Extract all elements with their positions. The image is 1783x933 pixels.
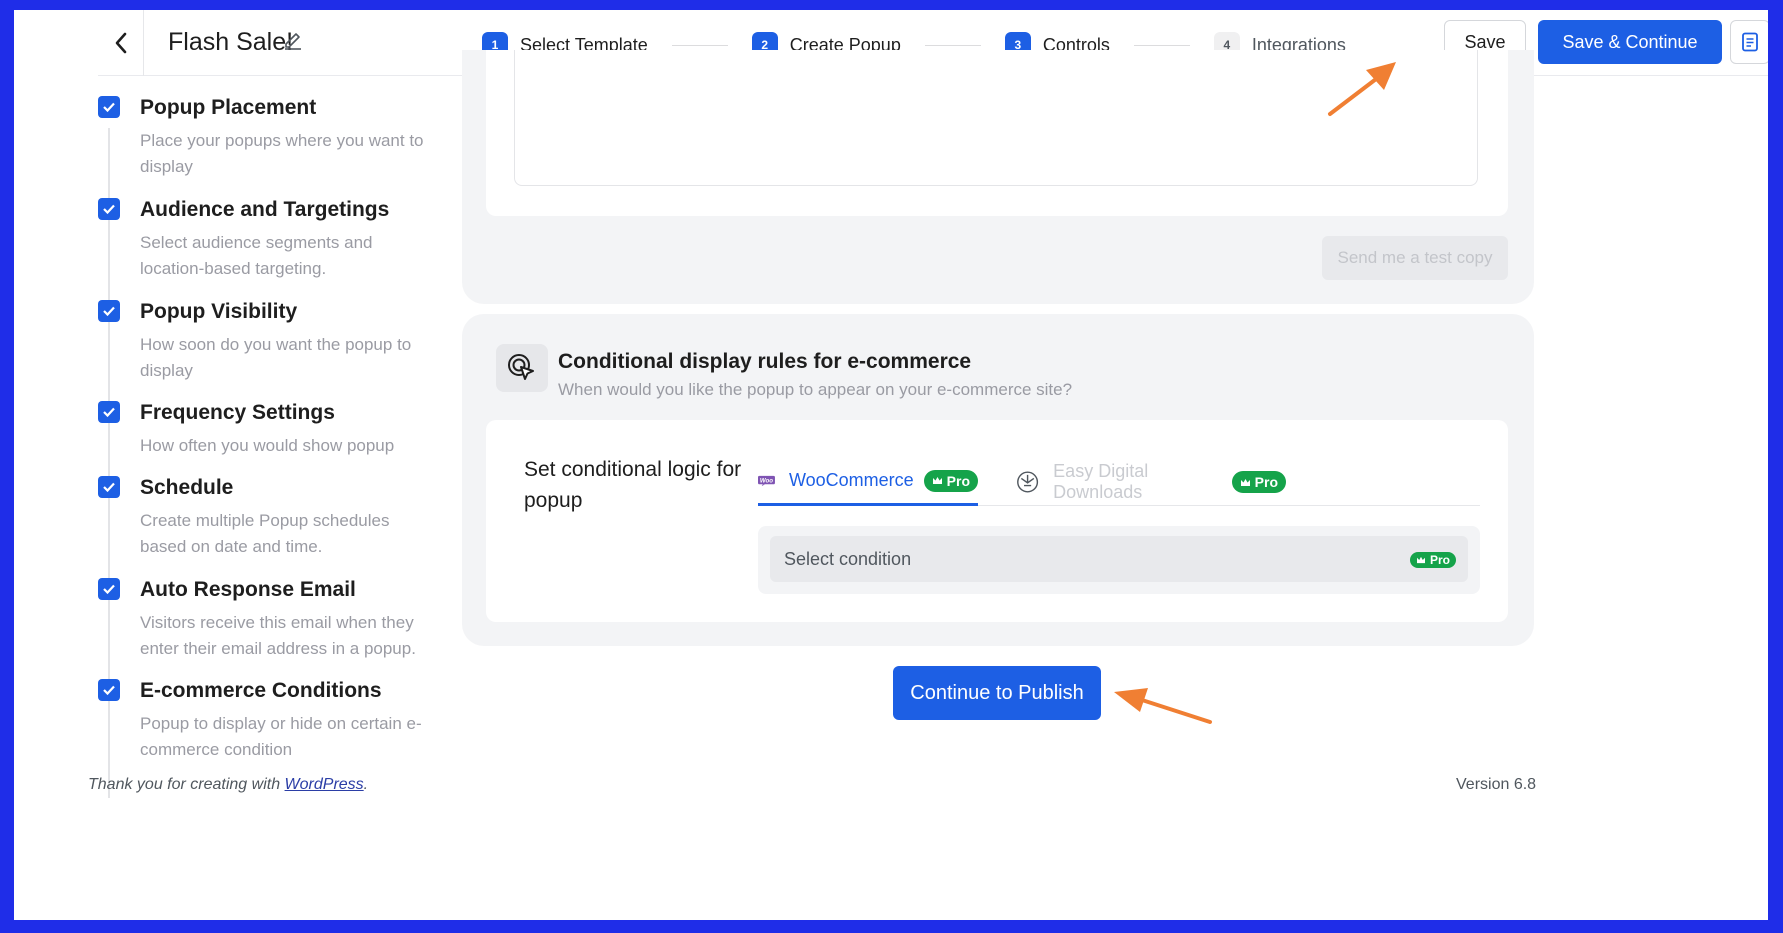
sidebar-item-title: Frequency Settings — [140, 401, 335, 424]
ecommerce-conditions-panel: Conditional display rules for e-commerce… — [462, 314, 1534, 646]
edit-title-button[interactable] — [282, 28, 308, 54]
pro-badge: Pro — [923, 469, 978, 492]
email-editor-card — [486, 50, 1508, 216]
sidebar-item-title: Auto Response Email — [140, 578, 356, 601]
tab-woocommerce[interactable]: Woo WooCommerce Pro — [758, 458, 978, 506]
sidebar-item-title: Popup Visibility — [140, 300, 298, 323]
pencil-icon — [285, 33, 301, 50]
footer-credit-period: . — [363, 776, 369, 793]
email-body-editor[interactable] — [514, 50, 1478, 186]
condition-select-wrapper: Select condition Pro — [758, 526, 1480, 594]
auto-response-email-panel: Send me a test copy — [462, 50, 1534, 304]
pro-badge-label: Pro — [1254, 474, 1278, 490]
footer-credit-text: Thank you for creating with — [88, 776, 285, 793]
conditional-logic-card: Set conditional logic for popup Woo WooC… — [486, 420, 1508, 622]
step-divider — [1133, 44, 1190, 46]
woocommerce-logo-icon: Woo — [758, 475, 775, 486]
ecommerce-section-description: When would you like the popup to appear … — [558, 380, 1073, 399]
crown-icon — [1240, 478, 1250, 486]
document-icon — [1742, 32, 1758, 52]
sidebar-item-title: E-commerce Conditions — [140, 679, 382, 702]
pro-badge-label: Pro — [1429, 553, 1450, 567]
sidebar-item-title: Schedule — [140, 476, 234, 499]
edd-logo-icon — [1017, 471, 1039, 493]
sidebar-item-description: Popup to display or hide on certain e-co… — [140, 714, 422, 759]
back-button[interactable] — [98, 10, 144, 76]
chevron-left-icon — [115, 32, 126, 54]
step-divider — [924, 44, 981, 46]
checkbox-checked-icon[interactable] — [98, 679, 120, 701]
pro-badge: Pro — [1409, 552, 1456, 568]
send-test-copy-button[interactable]: Send me a test copy — [1322, 236, 1508, 280]
sidebar-item-title: Audience and Targetings — [140, 198, 390, 221]
pro-badge: Pro — [1231, 471, 1286, 493]
crown-icon — [932, 477, 942, 484]
tab-easy-digital-downloads[interactable]: Easy Digital Downloads Pro — [1016, 458, 1286, 506]
wordpress-link[interactable]: WordPress — [285, 776, 364, 793]
continue-to-publish-button[interactable]: Continue to Publish — [893, 666, 1101, 720]
condition-select-placeholder: Select condition — [784, 548, 912, 569]
sidebar-item-title: Popup Placement — [140, 96, 317, 119]
sidebar-item-description: Visitors receive this email when they en… — [140, 613, 416, 658]
condition-select[interactable]: Select condition Pro — [770, 536, 1468, 582]
checkbox-checked-icon[interactable] — [98, 300, 120, 322]
app-frame: Flash Sale! 1 Select Template 2 Create P… — [14, 10, 1768, 920]
popup-title: Flash Sale! — [168, 28, 294, 56]
sidebar-item-description: How soon do you want the popup to displa… — [140, 335, 412, 380]
ecommerce-section-title: Conditional display rules for e-commerce — [558, 350, 972, 373]
sidebar-item-description: Create multiple Popup schedules based on… — [140, 511, 390, 556]
tab-label: WooCommerce — [788, 470, 914, 490]
checkbox-checked-icon[interactable] — [98, 96, 120, 118]
checkbox-checked-icon[interactable] — [98, 198, 120, 220]
annotation-arrow-icon — [1114, 688, 1212, 724]
documentation-button[interactable] — [1730, 20, 1768, 64]
save-and-continue-button[interactable]: Save & Continue — [1538, 20, 1722, 64]
version-label: Version 6.8 — [1456, 776, 1537, 793]
checkbox-checked-icon[interactable] — [98, 578, 120, 600]
sidebar-item-description: How often you would show popup — [140, 436, 395, 455]
svg-text:Woo: Woo — [760, 477, 773, 484]
ecommerce-platform-tabs: Woo WooCommerce Pro Easy Digital Downloa… — [758, 458, 1480, 506]
checkbox-checked-icon[interactable] — [98, 401, 120, 423]
sidebar-item-description: Select audience segments and location-ba… — [140, 233, 373, 278]
tab-label: Easy Digital Downloads — [1053, 461, 1149, 502]
sidebar-item-description: Place your popups where you want to disp… — [140, 131, 424, 176]
cursor-click-icon — [496, 344, 548, 392]
crown-icon — [1416, 556, 1425, 564]
checkbox-checked-icon[interactable] — [98, 476, 120, 498]
footer-credit: Thank you for creating with WordPress. — [88, 776, 368, 794]
step-divider — [671, 44, 728, 46]
pro-badge-label: Pro — [946, 472, 970, 489]
conditional-logic-label: Set conditional logic for popup — [524, 458, 742, 512]
